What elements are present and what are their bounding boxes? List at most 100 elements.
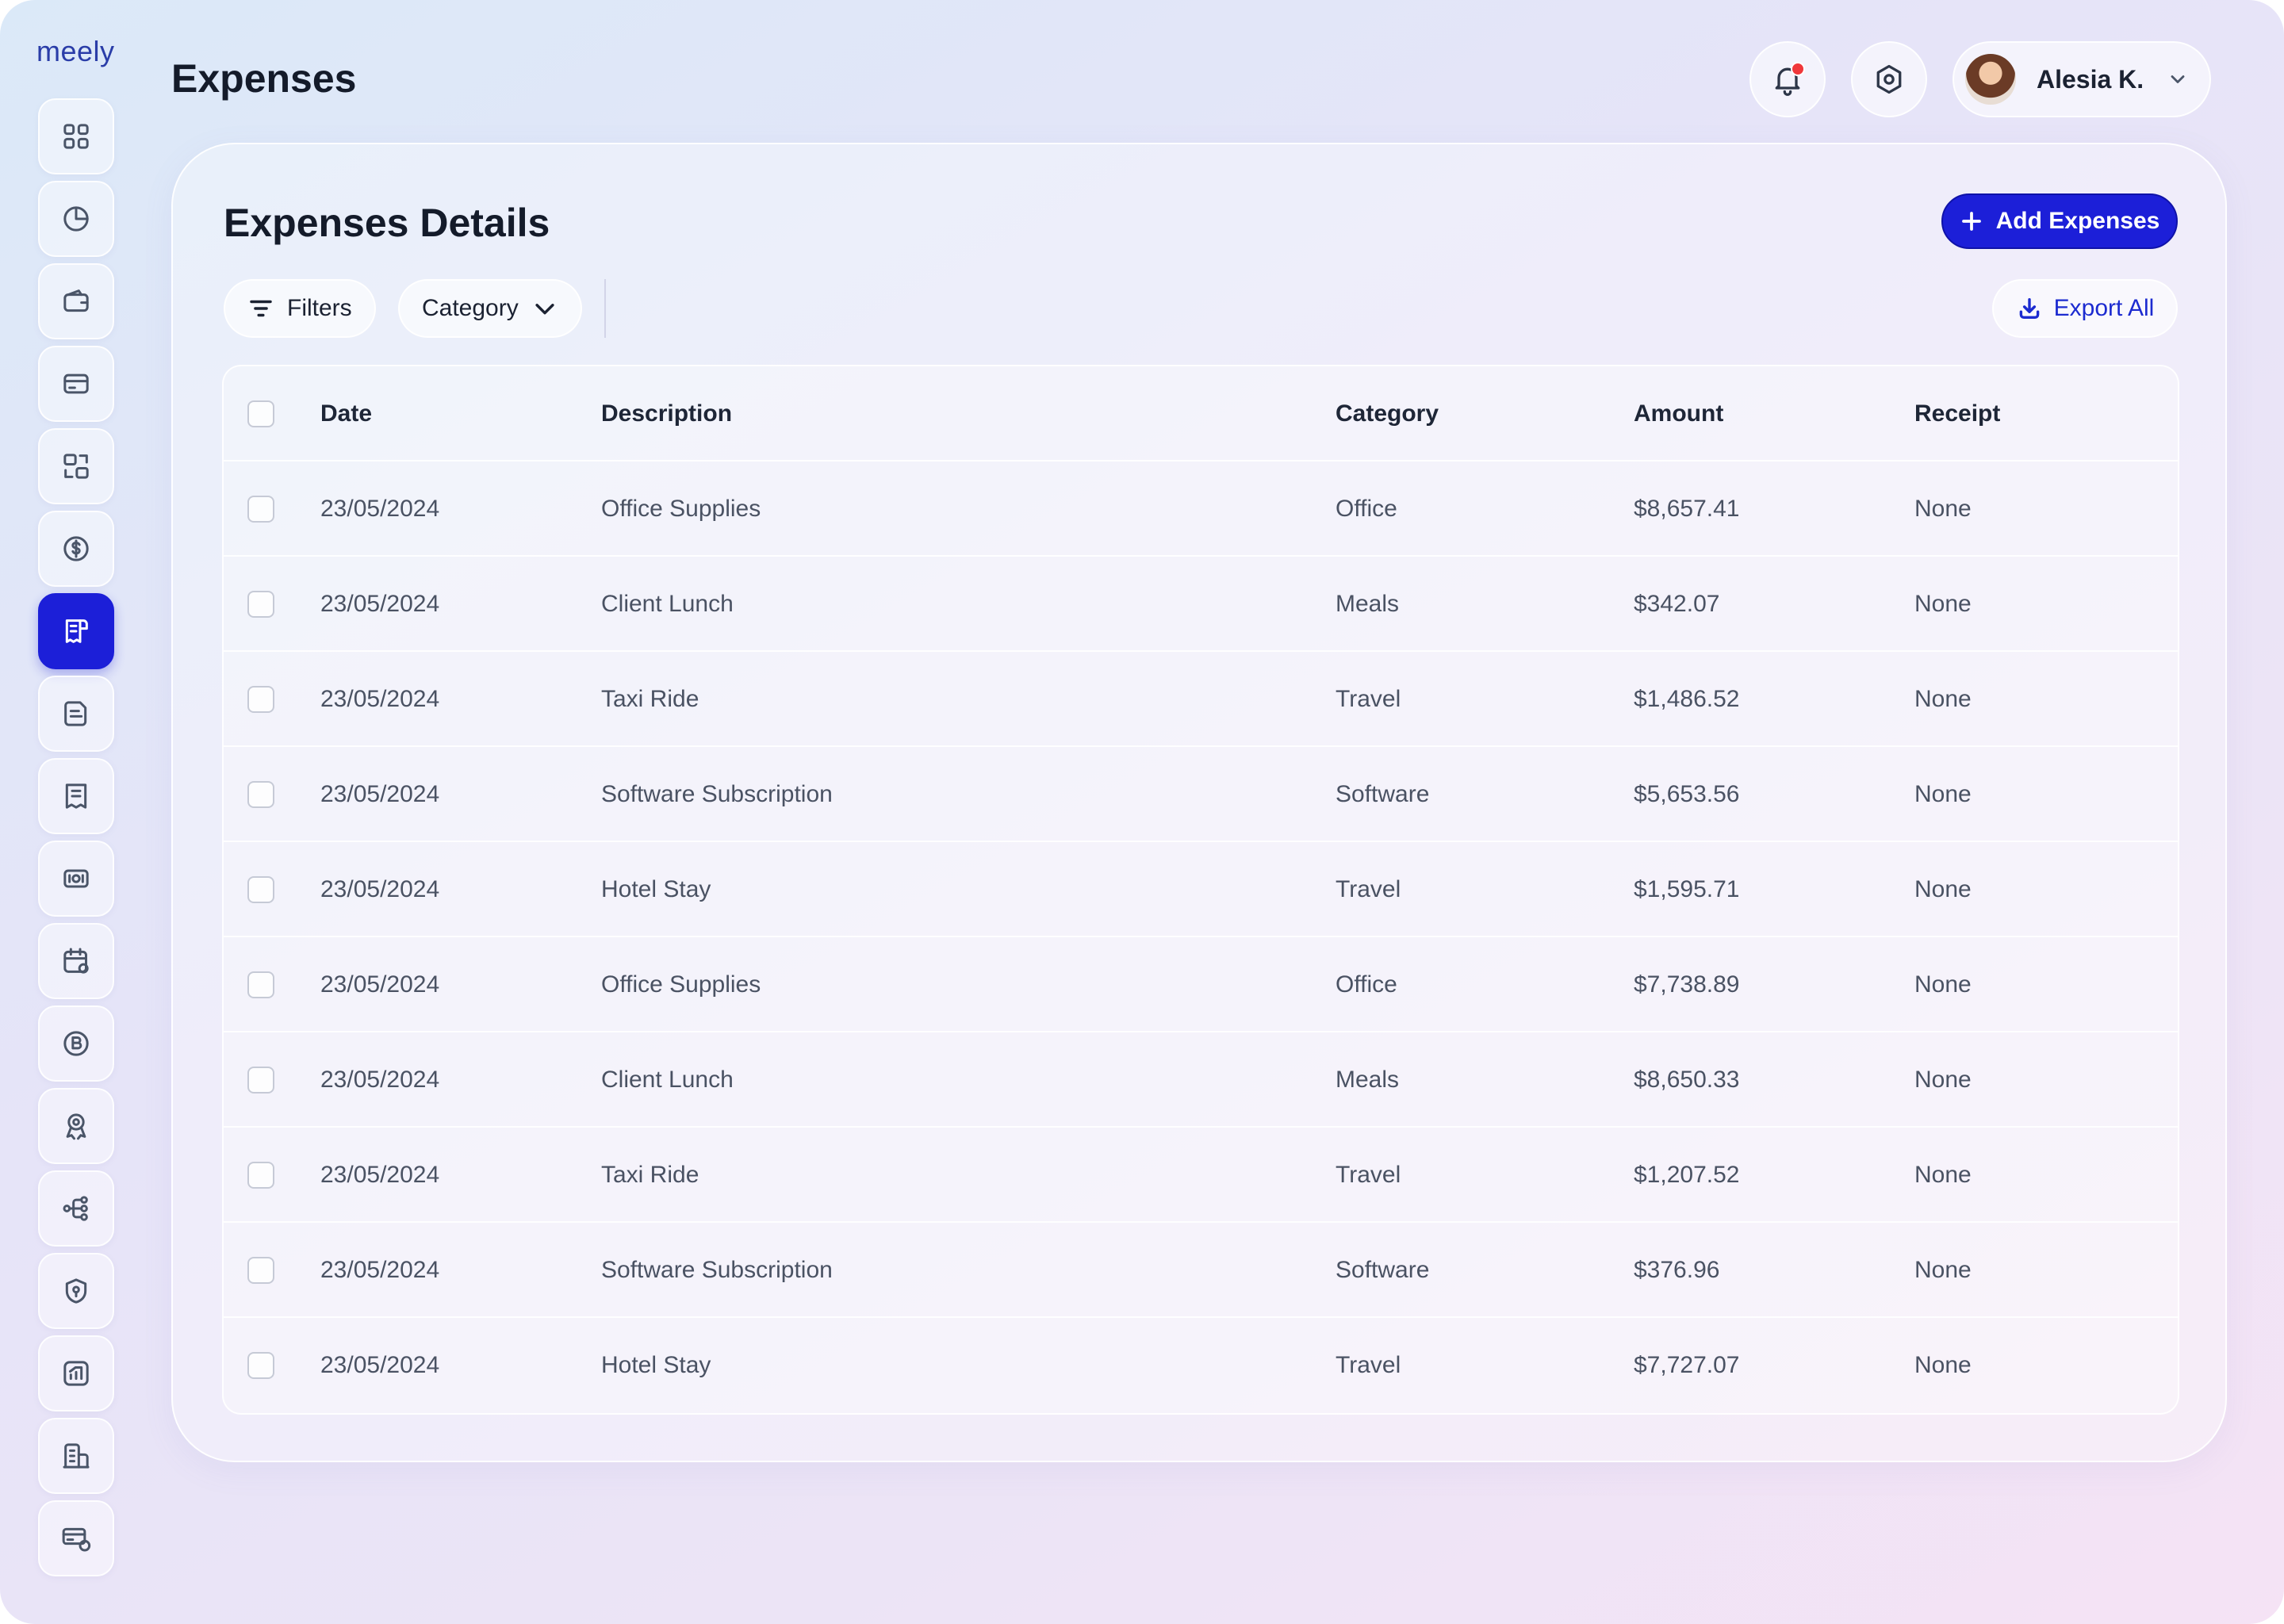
cell-receipt: None <box>1914 591 1972 617</box>
cell-date: 23/05/2024 <box>320 971 440 998</box>
table-row[interactable]: 23/05/2024 Hotel Stay Travel $7,727.07 N… <box>224 1318 2178 1413</box>
table-row[interactable]: 23/05/2024 Hotel Stay Travel $1,595.71 N… <box>224 842 2178 937</box>
table-row[interactable]: 23/05/2024 Client Lunch Meals $8,650.33 … <box>224 1032 2178 1128</box>
column-header-amount[interactable]: Amount <box>1634 366 1723 462</box>
nav-payment-card-icon[interactable] <box>38 1500 114 1576</box>
nav-exchange-icon[interactable] <box>38 428 114 504</box>
cell-description: Client Lunch <box>601 591 734 617</box>
column-header-description[interactable]: Description <box>601 366 732 462</box>
cell-category: Software <box>1336 1257 1430 1283</box>
cell-date: 23/05/2024 <box>320 1352 440 1378</box>
pie-chart-icon <box>63 206 89 232</box>
category-dropdown[interactable]: Category <box>398 279 582 338</box>
nav-chart-icon[interactable] <box>38 1335 114 1411</box>
row-checkbox[interactable] <box>247 1162 274 1189</box>
cell-amount: $1,486.52 <box>1634 686 1740 712</box>
select-all-cell <box>247 366 274 462</box>
cell-amount: $1,595.71 <box>1634 876 1740 902</box>
row-select-cell <box>247 1128 274 1223</box>
cell-description: Taxi Ride <box>601 1162 699 1188</box>
export-all-button[interactable]: Export All <box>1992 279 2178 338</box>
nav-bitcoin-icon[interactable] <box>38 1005 114 1082</box>
table-row[interactable]: 23/05/2024 Software Subscription Softwar… <box>224 747 2178 842</box>
nav-money-icon[interactable] <box>38 841 114 917</box>
user-menu[interactable]: Alesia K. <box>1953 41 2211 117</box>
wallet-icon <box>63 289 89 312</box>
cell-amount: $8,657.41 <box>1634 496 1740 522</box>
brand-logo[interactable]: meely <box>36 35 115 68</box>
money-icon <box>63 869 89 888</box>
column-header-date[interactable]: Date <box>320 366 372 462</box>
bill-icon <box>65 783 87 809</box>
cell-date: 23/05/2024 <box>320 876 440 902</box>
row-checkbox[interactable] <box>247 496 274 523</box>
receipt-icon <box>65 619 88 643</box>
cell-receipt: None <box>1914 1257 1972 1283</box>
nav-dollar-icon[interactable] <box>38 511 114 587</box>
cell-date: 23/05/2024 <box>320 1257 440 1283</box>
nav-award-icon[interactable] <box>38 1088 114 1164</box>
cell-category: Office <box>1336 971 1397 998</box>
table-row[interactable]: 23/05/2024 Office Supplies Office $8,657… <box>224 462 2178 557</box>
settings-button[interactable] <box>1851 41 1927 117</box>
column-header-category[interactable]: Category <box>1336 366 1439 462</box>
nav-bill-icon[interactable] <box>38 758 114 834</box>
cell-receipt: None <box>1914 1067 1972 1093</box>
nav-network-icon[interactable] <box>38 1170 114 1247</box>
row-select-cell <box>247 1032 274 1128</box>
cell-receipt: None <box>1914 876 1972 902</box>
chevron-down-icon <box>2171 75 2185 83</box>
row-checkbox[interactable] <box>247 1257 274 1284</box>
cell-category: Meals <box>1336 591 1400 617</box>
nav-pie-chart-icon[interactable] <box>38 181 114 257</box>
network-icon <box>63 1196 88 1221</box>
nav-receipt-icon[interactable] <box>38 593 114 669</box>
cell-description: Office Supplies <box>601 496 761 522</box>
row-checkbox[interactable] <box>247 1067 274 1094</box>
row-checkbox[interactable] <box>247 591 274 618</box>
download-icon <box>2019 297 2039 320</box>
nav-document-icon[interactable] <box>38 676 114 752</box>
expenses-card: Expenses Details Add Expenses Filters Ca… <box>171 143 2227 1462</box>
row-checkbox[interactable] <box>247 781 274 808</box>
table-row[interactable]: 23/05/2024 Taxi Ride Travel $1,486.52 No… <box>224 652 2178 747</box>
cell-amount: $8,650.33 <box>1634 1067 1740 1093</box>
nav-wallet-icon[interactable] <box>38 263 114 339</box>
filters-label: Filters <box>287 295 352 321</box>
cell-category: Travel <box>1336 686 1401 712</box>
nav-shield-icon[interactable] <box>38 1253 114 1329</box>
nav-calendar-icon[interactable] <box>38 923 114 999</box>
building-icon <box>63 1443 90 1469</box>
filters-button[interactable]: Filters <box>224 279 376 338</box>
cell-date: 23/05/2024 <box>320 781 440 807</box>
add-expenses-button[interactable]: Add Expenses <box>1941 193 2178 249</box>
cell-date: 23/05/2024 <box>320 1067 440 1093</box>
table-row[interactable]: 23/05/2024 Office Supplies Office $7,738… <box>224 937 2178 1032</box>
column-header-receipt[interactable]: Receipt <box>1914 366 2000 462</box>
row-checkbox[interactable] <box>247 971 274 998</box>
nav-building-icon[interactable] <box>38 1418 114 1494</box>
chart-icon <box>63 1361 89 1386</box>
table-row[interactable]: 23/05/2024 Software Subscription Softwar… <box>224 1223 2178 1318</box>
table-row[interactable]: 23/05/2024 Taxi Ride Travel $1,207.52 No… <box>224 1128 2178 1223</box>
grid-icon <box>63 124 89 149</box>
app-window: meely Expenses Alesia K. Expenses Detail… <box>0 0 2284 1624</box>
nav-credit-card-icon[interactable] <box>38 346 114 422</box>
cell-amount: $7,727.07 <box>1634 1352 1740 1378</box>
notification-badge <box>1791 62 1805 76</box>
row-select-cell <box>247 937 274 1032</box>
nav-grid-icon[interactable] <box>38 98 114 174</box>
cell-receipt: None <box>1914 686 1972 712</box>
notifications-button[interactable] <box>1749 41 1826 117</box>
cell-amount: $7,738.89 <box>1634 971 1740 998</box>
cell-category: Meals <box>1336 1067 1400 1093</box>
cell-amount: $376.96 <box>1634 1257 1720 1283</box>
table-row[interactable]: 23/05/2024 Client Lunch Meals $342.07 No… <box>224 557 2178 652</box>
cell-description: Software Subscription <box>601 1257 833 1283</box>
row-checkbox[interactable] <box>247 686 274 713</box>
select-all-checkbox[interactable] <box>247 400 274 427</box>
dollar-icon <box>63 536 89 561</box>
row-checkbox[interactable] <box>247 1352 274 1379</box>
row-checkbox[interactable] <box>247 876 274 903</box>
table-header-row: Date Description Category Amount Receipt <box>224 366 2178 462</box>
